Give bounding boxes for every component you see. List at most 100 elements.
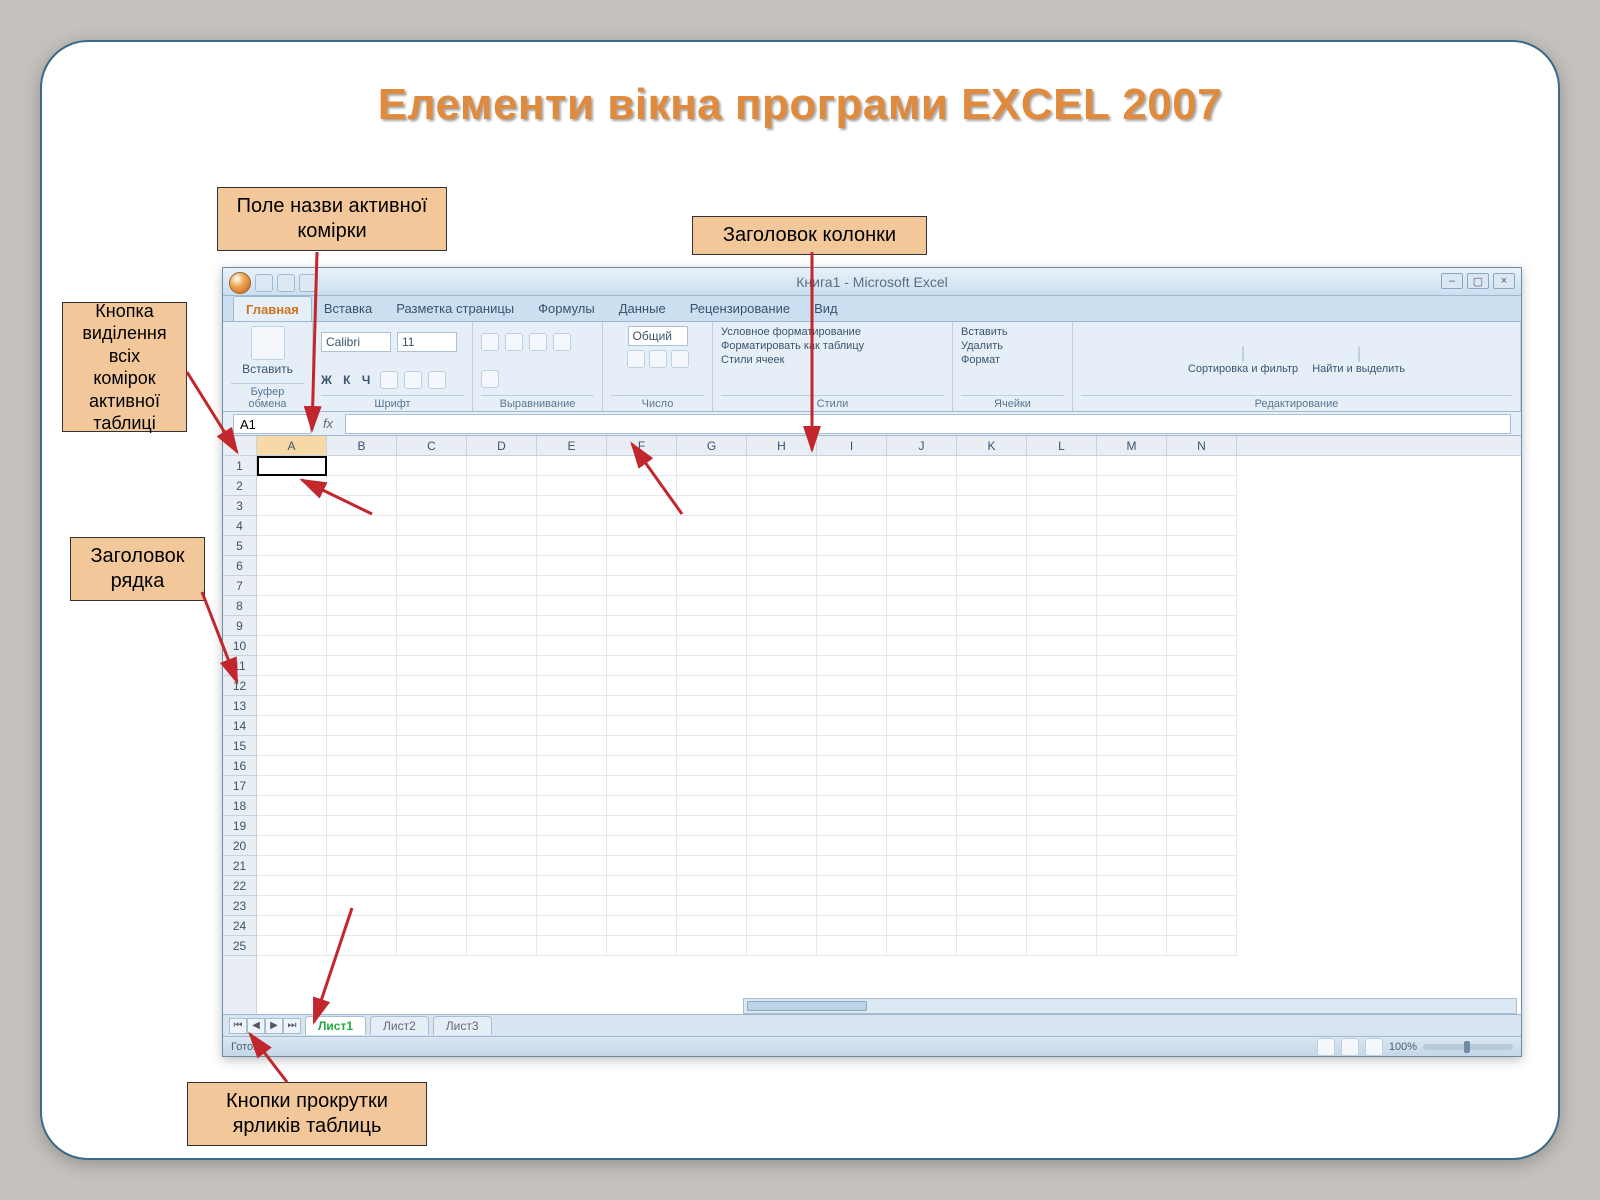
cell[interactable] [677, 456, 747, 476]
cell[interactable] [257, 656, 327, 676]
font-color-icon[interactable] [428, 371, 446, 389]
cell[interactable] [257, 736, 327, 756]
cell[interactable] [957, 516, 1027, 536]
cell[interactable] [887, 616, 957, 636]
cell[interactable] [1167, 816, 1237, 836]
cell[interactable] [467, 656, 537, 676]
cell[interactable] [1167, 496, 1237, 516]
cell[interactable] [747, 936, 817, 956]
cell[interactable] [327, 476, 397, 496]
cell[interactable] [957, 596, 1027, 616]
cell[interactable] [257, 916, 327, 936]
cell[interactable] [887, 796, 957, 816]
styles-conditional[interactable]: Условное форматирование [721, 326, 861, 338]
tab-home[interactable]: Главная [233, 296, 312, 321]
cell[interactable] [957, 676, 1027, 696]
cell[interactable] [957, 936, 1027, 956]
cell[interactable] [257, 756, 327, 776]
cell[interactable] [677, 916, 747, 936]
cell[interactable] [607, 516, 677, 536]
row-header-16[interactable]: 16 [223, 756, 256, 776]
cell[interactable] [397, 696, 467, 716]
cell[interactable] [1097, 596, 1167, 616]
cell[interactable] [1097, 936, 1167, 956]
row-header-3[interactable]: 3 [223, 496, 256, 516]
cell[interactable] [817, 596, 887, 616]
cell[interactable] [1167, 516, 1237, 536]
cell[interactable] [817, 696, 887, 716]
cell[interactable] [1167, 796, 1237, 816]
fx-label[interactable]: fx [317, 416, 339, 431]
cell[interactable] [817, 816, 887, 836]
font-size-select[interactable]: 11 [397, 332, 457, 352]
cell[interactable] [327, 896, 397, 916]
cell[interactable] [817, 616, 887, 636]
cell[interactable] [467, 696, 537, 716]
cell[interactable] [257, 536, 327, 556]
cell[interactable] [607, 636, 677, 656]
cell[interactable] [817, 716, 887, 736]
cell[interactable] [327, 656, 397, 676]
cell[interactable] [1027, 496, 1097, 516]
cell[interactable] [327, 636, 397, 656]
find-select-icon[interactable] [1358, 346, 1360, 362]
cell[interactable] [1097, 876, 1167, 896]
cell[interactable] [397, 536, 467, 556]
cell[interactable] [467, 596, 537, 616]
cell[interactable] [607, 836, 677, 856]
column-header-F[interactable]: F [607, 436, 677, 455]
cell[interactable] [1167, 616, 1237, 636]
cell[interactable] [607, 816, 677, 836]
cell[interactable] [607, 616, 677, 636]
cell[interactable] [817, 796, 887, 816]
cell[interactable] [257, 576, 327, 596]
cell[interactable] [747, 856, 817, 876]
cell[interactable] [1027, 756, 1097, 776]
cell[interactable] [817, 876, 887, 896]
cell[interactable] [607, 736, 677, 756]
cell[interactable] [537, 636, 607, 656]
row-header-12[interactable]: 12 [223, 676, 256, 696]
tab-data[interactable]: Данные [607, 296, 678, 321]
cell[interactable] [467, 616, 537, 636]
cell[interactable] [257, 556, 327, 576]
fill-color-icon[interactable] [404, 371, 422, 389]
cell[interactable] [397, 876, 467, 896]
cell[interactable] [257, 516, 327, 536]
cell[interactable] [327, 856, 397, 876]
row-header-8[interactable]: 8 [223, 596, 256, 616]
cell[interactable] [817, 496, 887, 516]
row-header-15[interactable]: 15 [223, 736, 256, 756]
minimize-button[interactable]: – [1441, 273, 1463, 289]
cells-delete[interactable]: Удалить [961, 340, 1003, 352]
cell[interactable] [537, 856, 607, 876]
cell[interactable] [1167, 896, 1237, 916]
cell[interactable] [1027, 696, 1097, 716]
number-format-select[interactable]: Общий [628, 326, 688, 346]
percent-icon[interactable] [649, 350, 667, 368]
cell[interactable] [1097, 836, 1167, 856]
row-header-21[interactable]: 21 [223, 856, 256, 876]
cell[interactable] [817, 896, 887, 916]
cell[interactable] [747, 876, 817, 896]
sheet-tab-3[interactable]: Лист3 [433, 1016, 492, 1035]
cell[interactable] [957, 916, 1027, 936]
cell[interactable] [397, 456, 467, 476]
cell[interactable] [1097, 556, 1167, 576]
cell[interactable] [1167, 656, 1237, 676]
cell[interactable] [467, 896, 537, 916]
cell[interactable] [607, 916, 677, 936]
cell[interactable] [537, 616, 607, 636]
cell[interactable] [537, 656, 607, 676]
cell[interactable] [817, 776, 887, 796]
cell[interactable] [327, 716, 397, 736]
prev-sheet-icon[interactable]: ◀ [247, 1018, 265, 1034]
cell[interactable] [257, 796, 327, 816]
cell[interactable] [467, 876, 537, 896]
row-header-9[interactable]: 9 [223, 616, 256, 636]
row-header-4[interactable]: 4 [223, 516, 256, 536]
row-header-13[interactable]: 13 [223, 696, 256, 716]
cell[interactable] [1167, 536, 1237, 556]
cell[interactable] [327, 736, 397, 756]
cell[interactable] [1027, 876, 1097, 896]
